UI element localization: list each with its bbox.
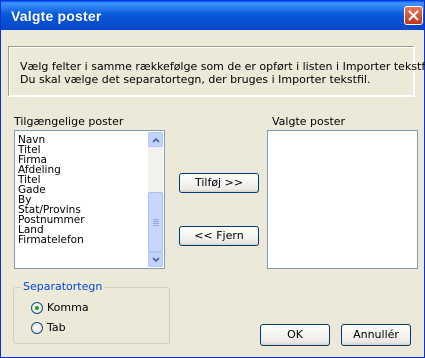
available-fields-label: Tilgængelige poster xyxy=(14,115,124,128)
scroll-thumb[interactable] xyxy=(148,192,163,252)
radio-tab-label[interactable]: Tab xyxy=(47,321,66,334)
cancel-button[interactable]: Annullér xyxy=(341,324,411,346)
chevron-up-icon xyxy=(152,137,160,143)
selected-fields-list[interactable] xyxy=(267,130,418,269)
separator-legend: Separatortegn xyxy=(21,280,105,293)
close-button[interactable] xyxy=(404,6,423,25)
available-fields-list[interactable]: Navn Titel Firma Afdeling Titel Gade By … xyxy=(14,130,165,269)
title-bar: Valgte poster xyxy=(1,1,424,30)
radio-komma[interactable] xyxy=(31,302,43,314)
instructions-line-1: Vælg felter i samme rækkefølge som de er… xyxy=(20,60,425,73)
chevron-down-icon xyxy=(152,257,160,263)
radio-komma-label[interactable]: Komma xyxy=(47,301,89,314)
vertical-scrollbar[interactable] xyxy=(148,132,163,267)
dialog-window: Valgte poster Vælg felter i samme rækkef… xyxy=(0,0,425,358)
scroll-up-button[interactable] xyxy=(148,132,163,147)
separator-groupbox: Separatortegn Komma Tab xyxy=(13,280,170,344)
list-item[interactable]: Firmatelefon xyxy=(18,235,85,246)
close-icon xyxy=(408,10,419,21)
radio-tab[interactable] xyxy=(31,322,43,334)
selected-fields-label: Valgte poster xyxy=(272,115,346,128)
window-title: Valgte poster xyxy=(11,8,102,24)
instructions-line-2: Du skal vælge det separatortegn, der bru… xyxy=(20,73,371,86)
instructions-panel: Vælg felter i samme rækkefølge som de er… xyxy=(8,46,425,96)
radio-selected-dot xyxy=(35,306,39,310)
add-button[interactable]: Tilføj >> xyxy=(179,173,259,193)
ok-button[interactable]: OK xyxy=(260,324,330,346)
remove-button[interactable]: << Fjern xyxy=(179,226,259,246)
scroll-down-button[interactable] xyxy=(148,252,163,267)
